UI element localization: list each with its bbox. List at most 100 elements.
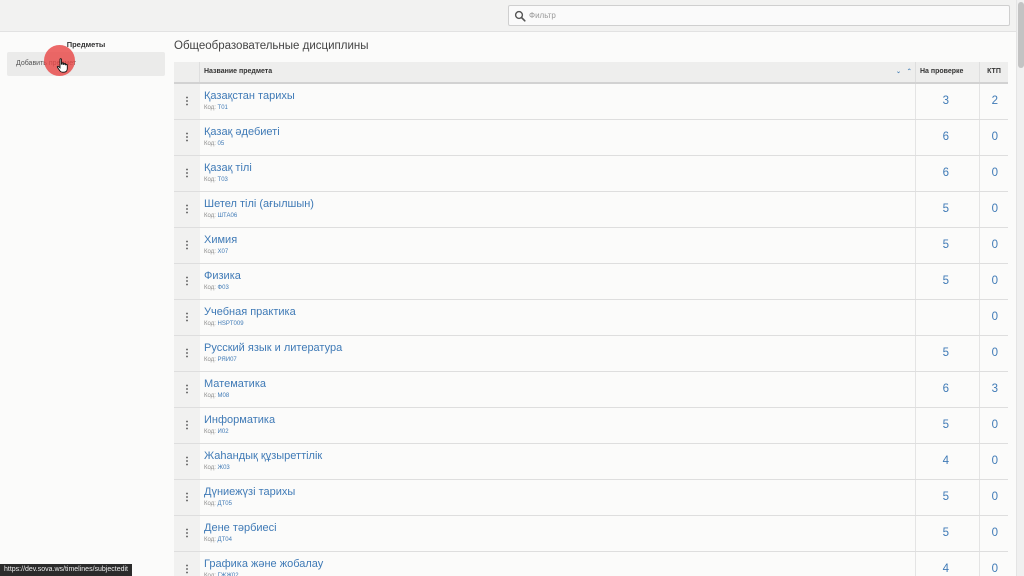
table-row[interactable]: ⋮ Қазақ тілі Код: Т03 6 0 [174, 156, 1008, 192]
column-header-name[interactable]: Название предмета [204, 68, 272, 75]
code-value: Ф03 [217, 285, 229, 291]
on-review-count[interactable]: 5 [915, 480, 979, 515]
ktp-count[interactable]: 0 [979, 408, 1008, 443]
code-label: Код: [204, 429, 216, 435]
on-review-count[interactable]: 5 [915, 516, 979, 551]
subject-name-link[interactable]: Жаһандық құзыреттілік [204, 450, 322, 462]
on-review-count[interactable]: 4 [915, 444, 979, 479]
ktp-count[interactable]: 0 [979, 444, 1008, 479]
subject-name-link[interactable]: Шетел тілі (ағылшын) [204, 198, 314, 210]
on-review-count[interactable]: 4 [915, 552, 979, 576]
row-menu-icon[interactable]: ⋮ [174, 444, 200, 479]
row-menu-icon[interactable]: ⋮ [174, 120, 200, 155]
code-value: 05 [217, 141, 225, 147]
table-row[interactable]: ⋮ Графика және жобалау Код: ГЖЖ02 4 0 [174, 552, 1008, 576]
column-header-on-review[interactable]: На проверке [915, 62, 979, 82]
subject-name-link[interactable]: Қазақстан тарихы [204, 90, 295, 102]
row-menu-icon[interactable]: ⋮ [174, 516, 200, 551]
subject-name-link[interactable]: Информатика [204, 414, 275, 426]
table-row[interactable]: ⋮ Дене тәрбиесі Код: ДТ04 5 0 [174, 516, 1008, 552]
row-menu-icon[interactable]: ⋮ [174, 552, 200, 576]
subject-code: Код: ДТ05 [204, 501, 232, 507]
ktp-count[interactable]: 0 [979, 228, 1008, 263]
code-label: Код: [204, 321, 216, 327]
subject-code: Код: Т01 [204, 105, 228, 111]
ktp-count[interactable]: 0 [979, 480, 1008, 515]
filter-input[interactable] [529, 8, 999, 23]
subject-name-link[interactable]: Графика және жобалау [204, 558, 323, 570]
subject-name-link[interactable]: Химия [204, 234, 237, 246]
row-menu-icon[interactable]: ⋮ [174, 228, 200, 263]
subject-name-link[interactable]: Учебная практика [204, 306, 296, 318]
table-body: ⋮ Қазақстан тарихы Код: Т01 3 2 ⋮ Қазақ әдебие… [174, 84, 1008, 576]
subject-code: Код: РЯИ07 [204, 357, 237, 363]
subject-code: Код: Х07 [204, 249, 228, 255]
table-row[interactable]: ⋮ Физика Код: Ф03 5 0 [174, 264, 1008, 300]
vertical-scrollbar[interactable] [1016, 0, 1024, 576]
on-review-count[interactable]: 5 [915, 408, 979, 443]
sort-chevrons-icon[interactable]: ⌄ ⌃ [896, 68, 914, 75]
subject-name-link[interactable]: Қазақ тілі [204, 162, 252, 174]
on-review-count[interactable]: 5 [915, 192, 979, 227]
ktp-count[interactable]: 0 [979, 156, 1008, 191]
ktp-count[interactable]: 0 [979, 552, 1008, 576]
row-menu-icon[interactable]: ⋮ [174, 84, 200, 119]
subject-name-link[interactable]: Дүниежүзі тарихы [204, 486, 295, 498]
subject-name-link[interactable]: Русский язык и литература [204, 342, 342, 354]
table-row[interactable]: ⋮ Учебная практика Код: HSPT009 0 [174, 300, 1008, 336]
code-value: ДТ05 [217, 501, 232, 507]
table-row[interactable]: ⋮ Қазақстан тарихы Код: Т01 3 2 [174, 84, 1008, 120]
search-icon [514, 10, 526, 22]
status-bar-url: https://dev.sova.ws/timelines/subjectedi… [0, 564, 132, 576]
table-row[interactable]: ⋮ Жаһандық құзыреттілік Код: Ж03 4 0 [174, 444, 1008, 480]
ktp-count[interactable]: 0 [979, 120, 1008, 155]
code-label: Код: [204, 393, 216, 399]
table-row[interactable]: ⋮ Химия Код: Х07 5 0 [174, 228, 1008, 264]
row-menu-icon[interactable]: ⋮ [174, 264, 200, 299]
code-value: Х07 [217, 249, 229, 255]
ktp-count[interactable]: 0 [979, 192, 1008, 227]
ktp-count[interactable]: 0 [979, 336, 1008, 371]
subject-code: Код: 05 [204, 141, 224, 147]
row-menu-icon[interactable]: ⋮ [174, 192, 200, 227]
table-row[interactable]: ⋮ Дүниежүзі тарихы Код: ДТ05 5 0 [174, 480, 1008, 516]
sidebar-title: Предметы [66, 40, 106, 49]
on-review-count[interactable]: 6 [915, 372, 979, 407]
subject-name-link[interactable]: Қазақ әдебиеті [204, 126, 280, 138]
on-review-count[interactable]: 6 [915, 120, 979, 155]
on-review-count[interactable]: 6 [915, 156, 979, 191]
table-row[interactable]: ⋮ Шетел тілі (ағылшын) Код: ШТА06 5 0 [174, 192, 1008, 228]
on-review-count[interactable]: 5 [915, 336, 979, 371]
table-row[interactable]: ⋮ Қазақ әдебиеті Код: 05 6 0 [174, 120, 1008, 156]
row-menu-icon[interactable]: ⋮ [174, 408, 200, 443]
ktp-count[interactable]: 2 [979, 84, 1008, 119]
page-title: Общеобразовательные дисциплины [174, 40, 369, 52]
subjects-table: Название предмета ⌄ ⌃ На проверке КТП ⋮ Қ… [174, 62, 1008, 576]
table-row[interactable]: ⋮ Русский язык и литература Код: РЯИ07 5 0 [174, 336, 1008, 372]
ktp-count[interactable]: 0 [979, 264, 1008, 299]
on-review-count[interactable]: 5 [915, 264, 979, 299]
table-row[interactable]: ⋮ Математика Код: М08 6 3 [174, 372, 1008, 408]
ktp-count[interactable]: 0 [979, 516, 1008, 551]
row-menu-icon[interactable]: ⋮ [174, 300, 200, 335]
subject-name-link[interactable]: Дене тәрбиесі [204, 522, 277, 534]
ktp-count[interactable]: 0 [979, 300, 1008, 335]
on-review-count[interactable] [915, 300, 979, 335]
ktp-count[interactable]: 3 [979, 372, 1008, 407]
scrollbar-thumb[interactable] [1018, 2, 1024, 68]
on-review-count[interactable]: 5 [915, 228, 979, 263]
filter-search-box[interactable] [508, 5, 1010, 26]
row-menu-icon[interactable]: ⋮ [174, 372, 200, 407]
subject-name-link[interactable]: Математика [204, 378, 266, 390]
subject-code: Код: М08 [204, 393, 229, 399]
column-header-ktp[interactable]: КТП [979, 62, 1008, 82]
add-subject-button[interactable]: Добавить предмет [7, 52, 165, 76]
row-menu-icon[interactable]: ⋮ [174, 156, 200, 191]
row-menu-icon[interactable]: ⋮ [174, 480, 200, 515]
row-menu-icon[interactable]: ⋮ [174, 336, 200, 371]
on-review-count[interactable]: 3 [915, 84, 979, 119]
subject-name-link[interactable]: Физика [204, 270, 241, 282]
subject-code: Код: HSPT009 [204, 321, 244, 327]
code-label: Код: [204, 465, 216, 471]
table-row[interactable]: ⋮ Информатика Код: И02 5 0 [174, 408, 1008, 444]
